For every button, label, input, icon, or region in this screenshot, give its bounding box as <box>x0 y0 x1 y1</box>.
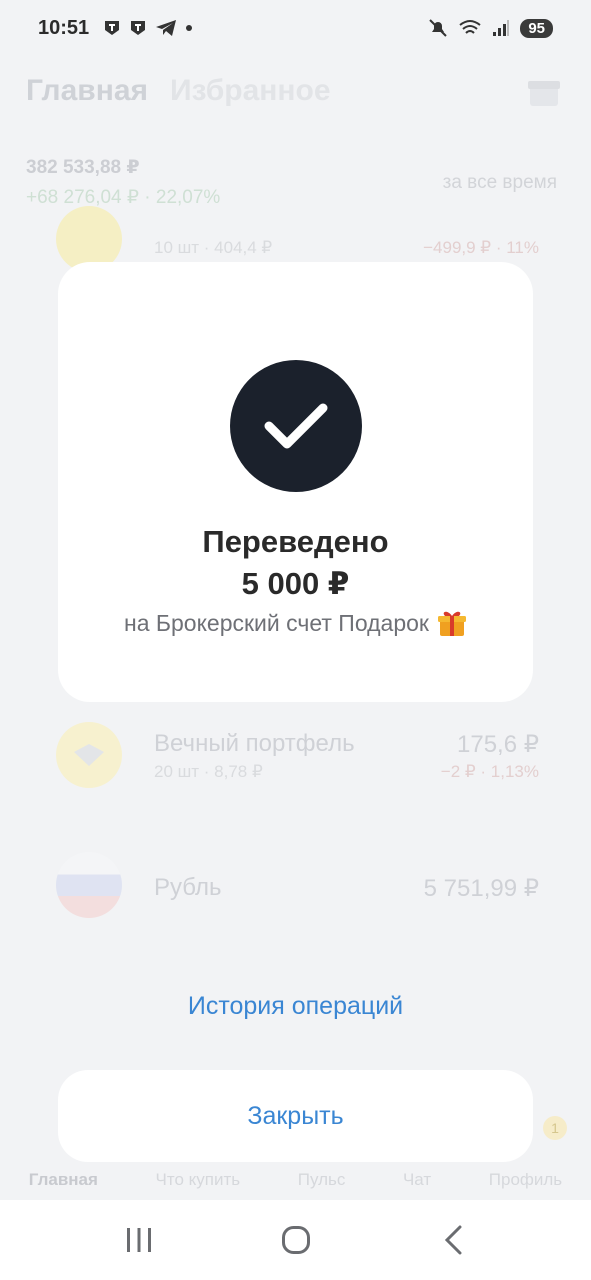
mute-icon <box>429 19 448 37</box>
signal-icon <box>493 20 510 36</box>
list-item: Вечный портфель 20 шт · 8,78 ₽ 175,6 ₽ −… <box>56 722 539 792</box>
back-button[interactable] <box>423 1210 483 1270</box>
wifi-icon <box>459 20 481 34</box>
home-button[interactable] <box>266 1210 326 1270</box>
asset-change: −2 ₽ · 1,13% <box>440 762 539 781</box>
dot-icon <box>186 25 193 31</box>
bank-app-icon <box>105 21 120 35</box>
top-tabs: Главная Избранное <box>26 74 331 108</box>
nav-chat: Чат <box>402 1170 432 1189</box>
operations-history-link[interactable]: История операций <box>0 992 591 1021</box>
nav-what-to-buy: Что купить <box>155 1170 241 1189</box>
bank-app-icon <box>131 21 146 35</box>
system-status-icons: 95 <box>428 18 553 38</box>
gift-icon <box>437 611 466 636</box>
status-bar: 10:51 95 <box>0 0 591 56</box>
back-icon <box>444 1225 461 1255</box>
system-nav-bar <box>0 1200 591 1280</box>
destination-label: на Брокерский счет Подарок <box>124 609 429 636</box>
asset-change: −499,9 ₽ · 11% <box>423 238 539 257</box>
portfolio-balance: 382 533,88 ₽ <box>26 157 140 178</box>
telegram-icon <box>156 20 177 36</box>
period-selector: за все время <box>442 172 557 193</box>
transfer-success-card: Переведено 5 000 ₽ на Брокерский счет По… <box>58 262 533 702</box>
notification-icons <box>103 19 193 37</box>
gift-icon <box>528 81 560 106</box>
recent-apps-button[interactable] <box>109 1210 169 1270</box>
list-item: Рубль 5 751,99 ₽ <box>56 852 539 922</box>
checkmark-icon <box>264 403 327 449</box>
asset-name: Рубль <box>154 874 222 901</box>
asset-logo-icon <box>56 722 122 788</box>
notification-badge: 1 <box>543 1116 567 1140</box>
recent-apps-icon <box>126 1228 151 1252</box>
asset-sub: 20 шт · 8,78 ₽ <box>154 762 263 781</box>
transfer-amount: 5 000 ₽ <box>241 566 350 601</box>
asset-value: 175,6 ₽ <box>457 731 539 758</box>
home-icon <box>281 1226 310 1254</box>
transfer-destination: на Брокерский счет Подарок <box>124 608 467 638</box>
asset-name: Вечный портфель <box>154 730 355 757</box>
ruble-flag-icon <box>56 852 122 918</box>
success-check-circle <box>229 360 362 492</box>
tab-main: Главная <box>26 74 149 107</box>
nav-home: Главная <box>28 1170 98 1189</box>
asset-sub: 10 шт · 404,4 ₽ <box>154 238 273 257</box>
battery-indicator: 95 <box>520 18 553 38</box>
nav-pulse: Пульс <box>297 1170 346 1189</box>
status-time: 10:51 <box>38 16 90 39</box>
success-title: Переведено <box>202 524 389 559</box>
asset-value: 5 751,99 ₽ <box>423 875 539 902</box>
tab-favorites: Избранное <box>170 74 331 107</box>
close-button[interactable]: Закрыть <box>58 1070 533 1162</box>
nav-profile: Профиль <box>488 1170 563 1189</box>
